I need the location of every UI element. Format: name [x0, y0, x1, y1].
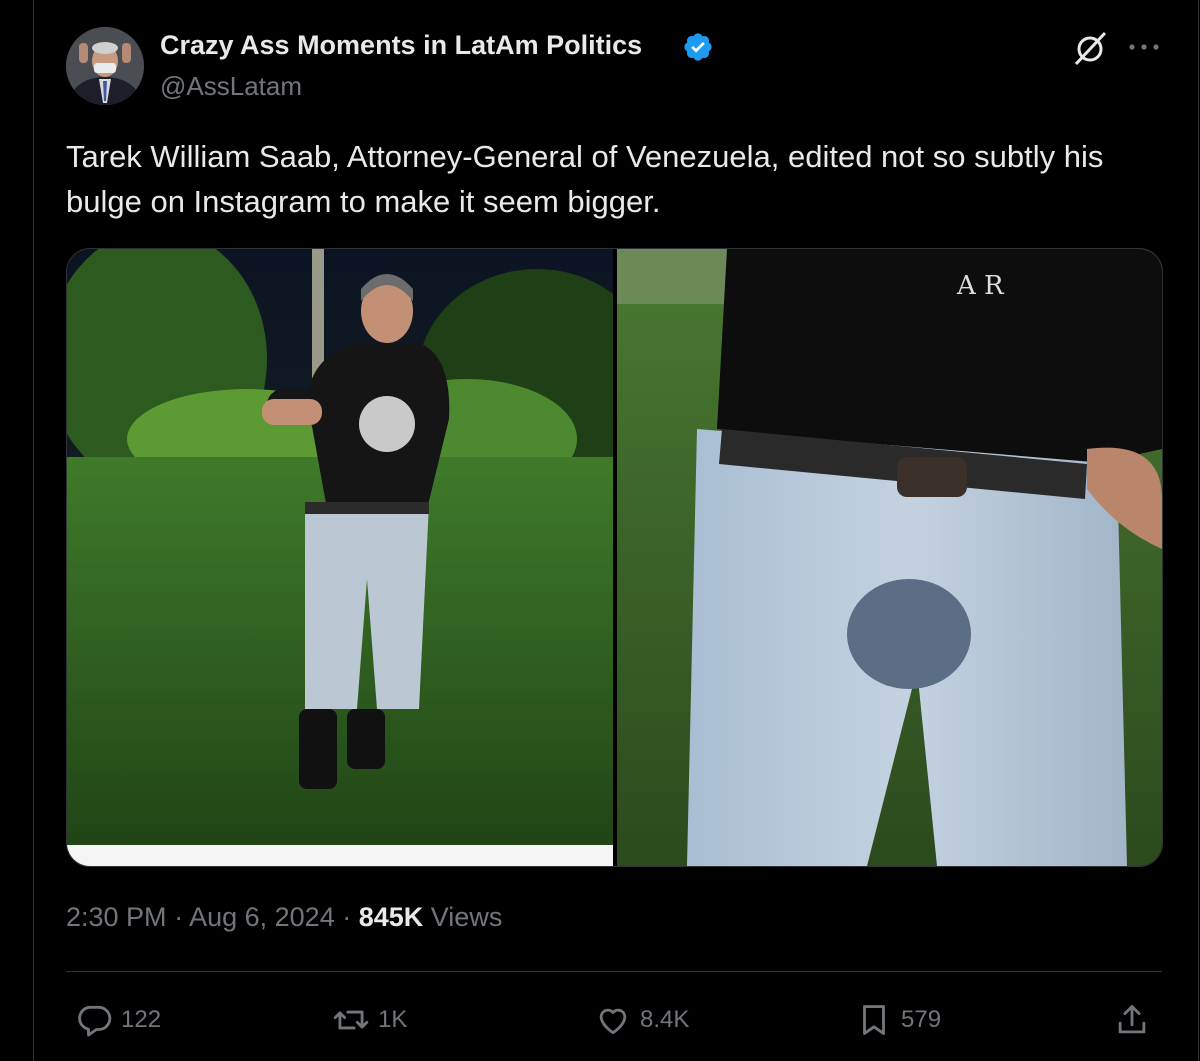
avatar[interactable] — [66, 27, 144, 105]
tweet-date[interactable]: Aug 6, 2024 — [189, 902, 335, 932]
meta-separator: · — [166, 902, 190, 932]
photo-full-body[interactable] — [67, 249, 613, 866]
reply-button[interactable]: 122 — [75, 1000, 161, 1040]
avatar-image — [66, 27, 144, 105]
repost-icon — [333, 1010, 369, 1030]
repost-button[interactable]: 1K — [332, 1000, 407, 1040]
tweet-text: Tarek William Saab, Attorney-General of … — [66, 139, 1104, 219]
tweet-meta: 2:30 PM · Aug 6, 2024 · 845K Views — [66, 902, 502, 933]
divider — [66, 971, 1162, 972]
meta-separator: · — [334, 902, 359, 932]
reply-count: 122 — [121, 1006, 162, 1033]
share-button[interactable] — [1113, 1000, 1159, 1040]
tweet-time[interactable]: 2:30 PM — [66, 902, 167, 932]
timeline-border-right — [1198, 0, 1199, 1061]
like-icon — [599, 1008, 627, 1035]
photo-closeup[interactable]: A R — [617, 249, 1162, 866]
bookmark-button[interactable]: 579 — [855, 1000, 941, 1040]
author-handle[interactable]: @AssLatam — [160, 71, 302, 102]
like-button[interactable]: 8.4K — [594, 1000, 689, 1040]
tweet-media[interactable]: A R — [66, 248, 1163, 867]
share-icon — [1118, 1005, 1146, 1034]
author-name[interactable]: Crazy Ass Moments in LatAm Politics — [160, 30, 642, 61]
bookmark-icon — [863, 1005, 885, 1035]
like-count: 8.4K — [640, 1006, 690, 1033]
views-count: 845K — [358, 902, 424, 932]
more-icon[interactable] — [1126, 40, 1162, 54]
grok-icon[interactable] — [1070, 28, 1110, 68]
verified-badge-icon[interactable] — [682, 31, 714, 63]
timeline-border-left — [33, 0, 34, 1061]
bookmark-count: 579 — [901, 1006, 942, 1033]
svg-text:A R: A R — [956, 271, 1005, 301]
reply-icon — [78, 1005, 112, 1037]
views-label: Views — [430, 902, 503, 932]
repost-count: 1K — [378, 1006, 408, 1033]
